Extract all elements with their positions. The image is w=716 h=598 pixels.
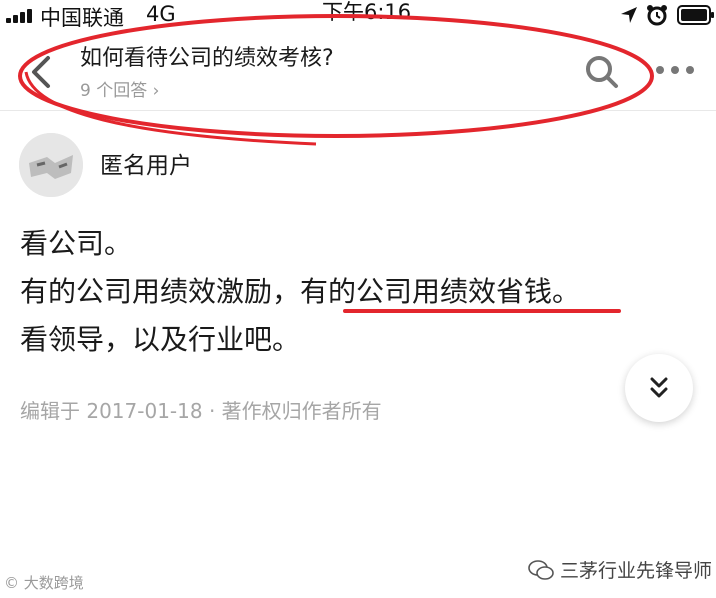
status-bar: 中国联通 4G 下午6:16 [0, 0, 716, 32]
avatar[interactable] [19, 133, 83, 197]
question-title[interactable]: 如何看待公司的绩效考核? [80, 40, 334, 72]
double-chevron-down-icon [650, 377, 668, 398]
watermark-left: © 大数跨境 [4, 574, 84, 592]
location-arrow-icon [621, 7, 637, 23]
author-name[interactable]: 匿名用户 [100, 146, 192, 180]
signal-icon [6, 9, 36, 23]
alarm-clock-icon [647, 5, 667, 26]
more-options-icon[interactable] [654, 62, 696, 78]
answer-count-link[interactable]: 9 个回答 › [80, 76, 159, 101]
back-chevron-icon[interactable] [26, 52, 56, 92]
collapse-button[interactable] [625, 354, 693, 422]
anonymous-mask-icon [19, 133, 83, 197]
wechat-icon [528, 560, 554, 580]
battery-icon [677, 5, 714, 25]
answer-line: 看公司。 [20, 227, 133, 260]
status-time: 下午6:16 [322, 0, 412, 24]
question-header: 如何看待公司的绩效考核? 9 个回答 › [0, 32, 716, 111]
red-underline-annotation [343, 309, 621, 313]
carrier-label: 中国联通 [40, 6, 124, 30]
edit-meta: 编辑于 2017-01-18 · 著作权归作者所有 [20, 399, 382, 423]
search-icon[interactable] [584, 54, 620, 90]
answer-content: 看公司。 有的公司用绩效激励，有的公司用绩效省钱。 看领导，以及行业吧。 [20, 220, 580, 364]
watermark-right: 三茅行业先锋导师 [560, 560, 713, 582]
answer-line: 看领导，以及行业吧。 [20, 323, 301, 356]
network-label: 4G [146, 2, 176, 26]
